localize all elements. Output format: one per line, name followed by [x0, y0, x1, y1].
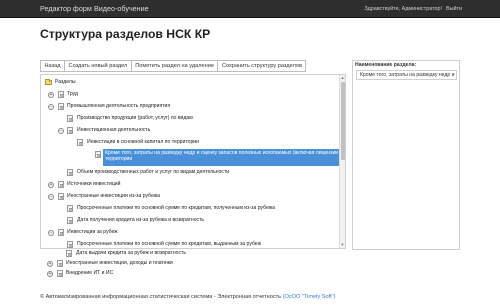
tree-item-label: Производство продукции (работ, услуг) по… — [77, 115, 193, 121]
tree-item-label: Инвестиции за рубеж — [67, 229, 118, 235]
save-structure-button[interactable]: Сохранить структуру разделов — [217, 60, 307, 72]
collapse-icon[interactable]: − — [48, 229, 54, 236]
document-icon — [57, 270, 63, 277]
nav-greeting-link[interactable]: Здравствуйте, Администратор! — [364, 6, 442, 12]
nav-brand-link[interactable]: Редактор форм — [40, 4, 92, 13]
document-icon — [58, 103, 64, 110]
tree-item-label: Кроме того, затраты на разведку недр и о… — [105, 150, 346, 162]
tree-item[interactable]: Дата выдачи кредита за рубеж и возвратно… — [40, 249, 346, 259]
document-icon — [67, 169, 73, 176]
tree-item-label: Промышленная деятельность предприятия — [67, 103, 171, 109]
back-button[interactable]: Назад — [40, 60, 66, 72]
tree-item-label: Инвестиционная деятельность — [77, 127, 151, 133]
tree-item-label: Труд — [67, 91, 78, 97]
document-icon — [77, 139, 83, 146]
tree-toolbar: Назад Создать новый раздел Пометить разд… — [40, 60, 307, 72]
tree-item-label: Источники инвестиций — [67, 181, 121, 187]
mark-delete-button[interactable]: Пометить раздел на удаление — [130, 60, 219, 72]
collapse-icon[interactable]: − — [48, 193, 54, 200]
tree-item-label: Объем производственных работ и услуг по … — [77, 169, 230, 175]
section-name-label: Наименование раздела: — [355, 62, 417, 68]
section-name-field[interactable]: Кроме того, затраты на разведку недр и о… — [356, 70, 457, 80]
document-icon — [67, 241, 73, 248]
tree-item-label: Иностранные инвестиции из-за рубежа — [67, 193, 160, 199]
folder-icon — [45, 78, 52, 85]
tree-item-label: Дата получения кредита из-за рубежа и во… — [77, 217, 205, 223]
document-icon — [66, 250, 72, 257]
document-icon — [58, 181, 64, 188]
tree-item-label: Просроченные платежи по основной сумме п… — [77, 241, 261, 247]
tree-item[interactable]: + Иностранные инвестиции, доходы и плате… — [40, 259, 346, 269]
tree-root-label: Разделы — [55, 79, 76, 85]
tree-item[interactable]: + Внедрение ИТ и ИС — [40, 269, 346, 279]
document-icon — [95, 151, 101, 158]
document-icon — [67, 205, 73, 212]
collapse-icon[interactable]: − — [48, 103, 54, 110]
tree-scrollbar[interactable]: ▲ ▼ — [339, 75, 345, 248]
tree-item-label: Внедрение ИТ и ИС — [66, 270, 114, 276]
section-name-panel: Наименование раздела: Кроме того, затрат… — [352, 60, 460, 250]
tree-item-label: Просроченные платежи по основной сумме п… — [77, 205, 276, 211]
expand-icon[interactable]: + — [47, 260, 53, 267]
document-icon — [67, 217, 73, 224]
footer-company-link[interactable]: (ОсОО "Timely Soft") — [283, 294, 336, 300]
expand-icon[interactable]: + — [48, 181, 54, 188]
scroll-thumb[interactable] — [340, 82, 345, 160]
section-tree: Разделы + Труд − Промышленная деятельнос… — [40, 74, 346, 249]
expand-icon[interactable]: + — [47, 270, 53, 277]
page-title: Структура разделов НСК КР — [40, 27, 211, 41]
create-section-button[interactable]: Создать новый раздел — [64, 60, 132, 72]
nav-logout-link[interactable]: Выйти — [446, 6, 462, 12]
collapse-icon[interactable]: − — [58, 127, 64, 134]
scroll-up-arrow-icon[interactable]: ▲ — [340, 75, 345, 81]
top-navbar: Редактор форм Видео-обучение Здравствуйт… — [0, 0, 500, 18]
document-icon — [58, 229, 64, 236]
nav-video-link[interactable]: Видео-обучение — [94, 4, 149, 13]
scroll-down-arrow-icon[interactable]: ▼ — [340, 242, 345, 248]
tree-item-label: Иностранные инвестиции, доходы и платежи — [66, 260, 173, 266]
document-icon — [57, 260, 63, 267]
footer-text: © Автоматизированная информационная стат… — [40, 294, 282, 300]
expand-icon[interactable]: + — [48, 91, 54, 98]
tree-item-label: Дата выдачи кредита за рубеж и возвратно… — [76, 250, 187, 256]
document-icon — [67, 127, 73, 134]
footer: © Автоматизированная информационная стат… — [40, 294, 336, 300]
tree-item-label: Инвестиции в основной капитал по террито… — [87, 139, 199, 145]
document-icon — [67, 115, 73, 122]
document-icon — [58, 193, 64, 200]
document-icon — [58, 91, 64, 98]
